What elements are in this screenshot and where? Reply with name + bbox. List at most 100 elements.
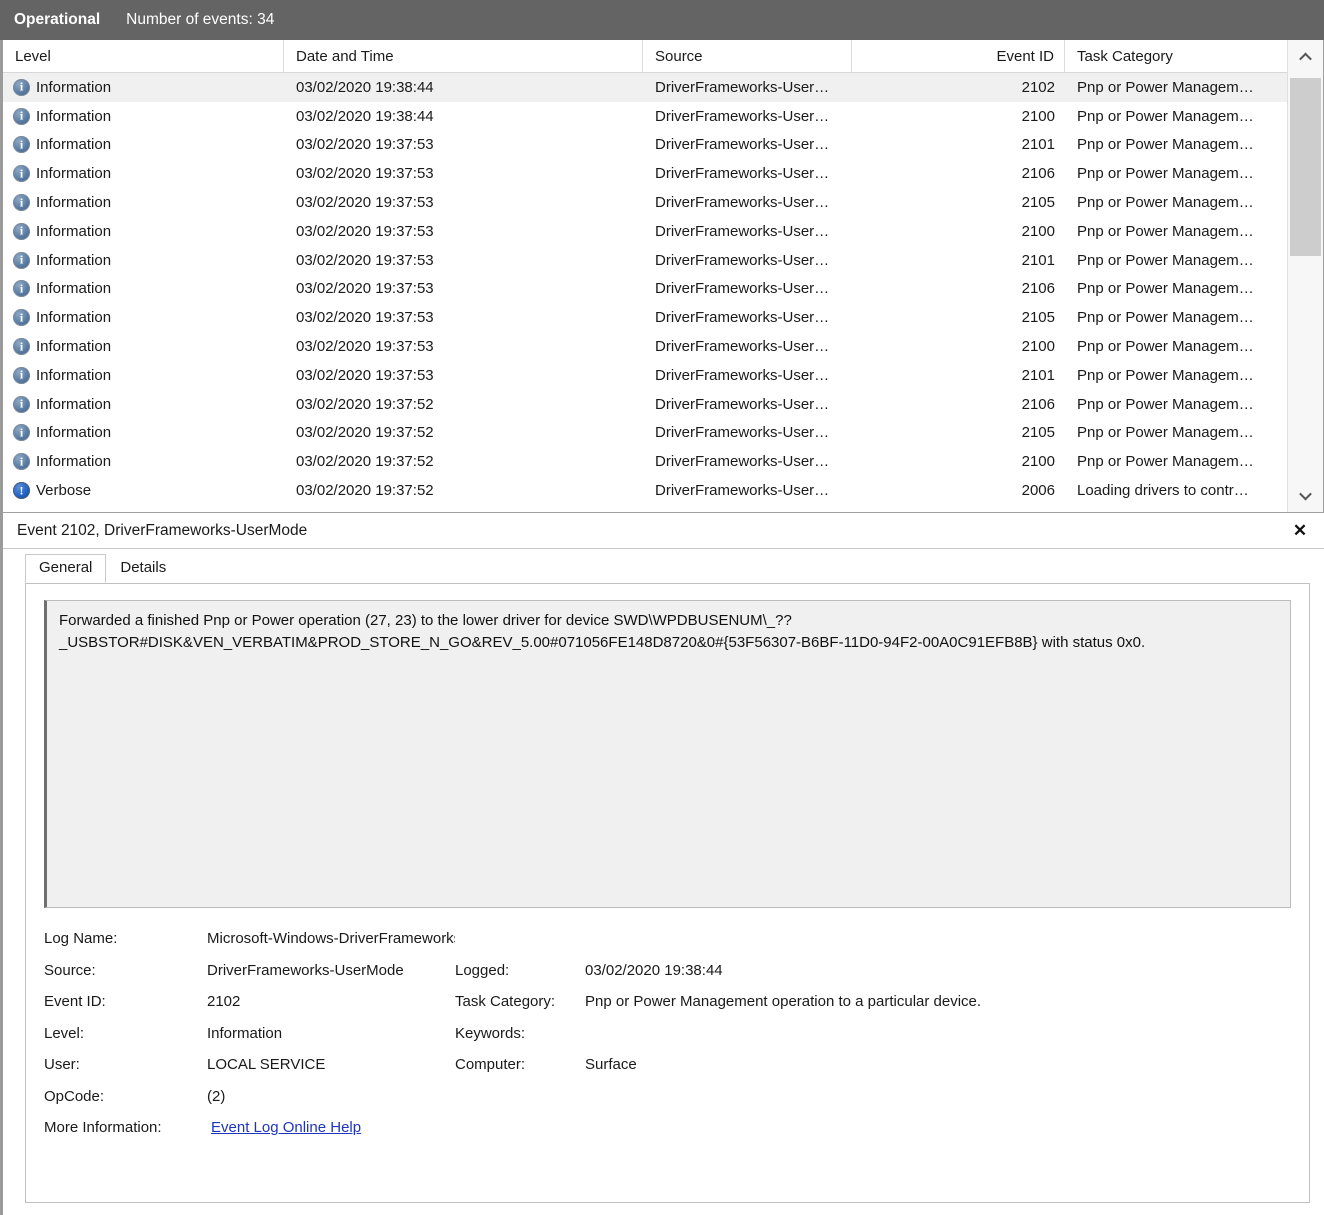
event-task-category-cell: Loading drivers to contr… [1065,476,1287,505]
meta-row-more-information: More Information: Event Log Online Help [44,1119,1291,1151]
event-level-cell: iInformation [3,102,284,131]
event-row[interactable]: iInformation03/02/2020 19:37:53DriverFra… [3,217,1287,246]
event-id-cell: 2105 [852,419,1065,448]
event-source-cell: DriverFrameworks-User… [643,246,852,275]
event-list-viewport: Level Date and Time Source Event ID Task… [3,40,1287,512]
event-level-label: Information [36,280,111,297]
event-datetime-cell: 03/02/2020 19:38:44 [284,102,643,131]
computer-value: Surface [585,1056,1291,1073]
user-value: LOCAL SERVICE [207,1056,455,1073]
event-level-label: Information [36,309,111,326]
event-level-label: Information [36,367,111,384]
event-log-online-help-link[interactable]: Event Log Online Help [207,1119,361,1136]
event-row[interactable]: iInformation03/02/2020 19:37:53DriverFra… [3,131,1287,160]
event-row[interactable]: iInformation03/02/2020 19:37:52DriverFra… [3,419,1287,448]
log-name-value: Microsoft-Windows-DriverFrameworks-UserM… [207,930,455,947]
event-level-label: Information [36,223,111,240]
event-level-cell: iInformation [3,73,284,102]
computer-label: Computer: [455,1056,585,1073]
scrollbar-thumb[interactable] [1290,78,1321,256]
meta-row-user-computer: User: LOCAL SERVICE Computer: Surface [44,1056,1291,1088]
log-name-label: Log Name: [44,930,207,947]
event-level-cell: iInformation [3,303,284,332]
event-level-cell: iInformation [3,447,284,476]
event-level-label: Information [36,396,111,413]
scroll-down-button[interactable] [1288,478,1323,512]
event-list-scrollbar[interactable] [1287,40,1323,512]
opcode-label: OpCode: [44,1088,207,1105]
scrollbar-track[interactable] [1288,74,1323,478]
event-source-cell: DriverFrameworks-User… [643,102,852,131]
meta-row-level-keywords: Level: Information Keywords: [44,1025,1291,1057]
information-icon: i [13,108,30,125]
column-header-datetime[interactable]: Date and Time [284,40,643,72]
event-row[interactable]: iInformation03/02/2020 19:37:52DriverFra… [3,390,1287,419]
column-header-source[interactable]: Source [643,40,852,72]
event-id-cell: 2102 [852,73,1065,102]
column-header-task-category[interactable]: Task Category [1065,40,1287,72]
event-id-cell: 2101 [852,361,1065,390]
tab-details[interactable]: Details [106,554,180,583]
scroll-up-button[interactable] [1288,40,1323,74]
event-row[interactable]: iInformation03/02/2020 19:37:53DriverFra… [3,188,1287,217]
logged-label: Logged: [455,962,585,979]
event-row[interactable]: iInformation03/02/2020 19:37:53DriverFra… [3,246,1287,275]
event-datetime-cell: 03/02/2020 19:37:52 [284,447,643,476]
event-id-value: 2102 [207,993,455,1010]
event-level-cell: iInformation [3,131,284,160]
event-row[interactable]: iInformation03/02/2020 19:38:44DriverFra… [3,73,1287,102]
event-datetime-cell: 03/02/2020 19:37:53 [284,131,643,160]
event-task-category-cell: Pnp or Power Managem… [1065,419,1287,448]
event-datetime-cell: 03/02/2020 19:37:53 [284,217,643,246]
event-level-cell: iInformation [3,361,284,390]
keywords-label: Keywords: [455,1025,585,1042]
detail-tab-strip: General Details [3,549,1324,583]
task-category-value: Pnp or Power Management operation to a p… [585,993,1291,1010]
event-id-cell: 2106 [852,390,1065,419]
event-source-cell: DriverFrameworks-User… [643,390,852,419]
event-source-cell: DriverFrameworks-User… [643,447,852,476]
event-task-category-cell: Pnp or Power Managem… [1065,447,1287,476]
event-level-cell: iInformation [3,159,284,188]
event-source-cell: DriverFrameworks-User… [643,73,852,102]
tab-general[interactable]: General [25,554,106,583]
event-row[interactable]: iInformation03/02/2020 19:38:44DriverFra… [3,102,1287,131]
verbose-icon: ! [13,482,30,499]
information-icon: i [13,165,30,182]
event-source-cell: DriverFrameworks-User… [643,217,852,246]
task-category-label: Task Category: [455,993,585,1010]
level-label: Level: [44,1025,207,1042]
event-row[interactable]: iInformation03/02/2020 19:37:53DriverFra… [3,361,1287,390]
event-task-category-cell: Pnp or Power Managem… [1065,246,1287,275]
event-id-cell: 2100 [852,447,1065,476]
column-header-event-id[interactable]: Event ID [852,40,1065,72]
event-id-cell: 2100 [852,217,1065,246]
detail-body: Forwarded a finished Pnp or Power operat… [25,583,1310,1203]
opcode-value: (2) [207,1088,455,1105]
event-row[interactable]: iInformation03/02/2020 19:37:53DriverFra… [3,332,1287,361]
event-row[interactable]: !Verbose03/02/2020 19:37:52DriverFramewo… [3,476,1287,505]
event-id-cell: 2100 [852,332,1065,361]
information-icon: i [13,280,30,297]
event-task-category-cell: Pnp or Power Managem… [1065,73,1287,102]
information-icon: i [13,252,30,269]
close-icon[interactable]: ✕ [1286,518,1314,544]
information-icon: i [13,424,30,441]
meta-row-source-logged: Source: DriverFrameworks-UserMode Logged… [44,962,1291,994]
event-source-cell: DriverFrameworks-User… [643,159,852,188]
column-header-level[interactable]: Level [3,40,284,72]
level-value: Information [207,1025,455,1042]
event-count-label: Number of events: 34 [126,11,274,29]
event-row[interactable]: iInformation03/02/2020 19:37:53DriverFra… [3,303,1287,332]
event-level-label: Information [36,453,111,470]
event-list-rows: iInformation03/02/2020 19:38:44DriverFra… [3,73,1287,512]
event-metadata-grid: Log Name: Microsoft-Windows-DriverFramew… [44,930,1291,1151]
event-source-cell: DriverFrameworks-User… [643,361,852,390]
event-row[interactable]: iInformation03/02/2020 19:37:52DriverFra… [3,447,1287,476]
event-row[interactable]: iInformation03/02/2020 19:37:53DriverFra… [3,275,1287,304]
detail-titlebar: Event 2102, DriverFrameworks-UserMode ✕ [3,513,1324,549]
information-icon: i [13,136,30,153]
event-level-cell: i Information [3,275,284,304]
event-row[interactable]: iInformation03/02/2020 19:37:53DriverFra… [3,159,1287,188]
logged-value: 03/02/2020 19:38:44 [585,962,1291,979]
